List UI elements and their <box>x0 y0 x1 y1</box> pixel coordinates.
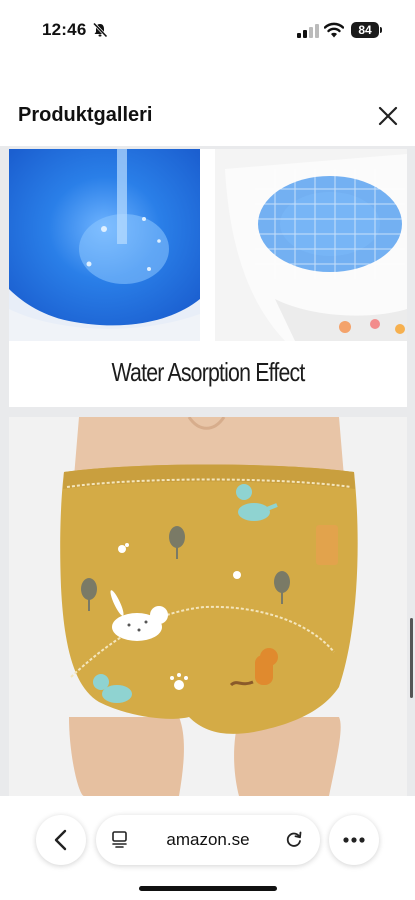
wifi-icon <box>324 22 344 38</box>
training-pants-image <box>9 417 407 796</box>
status-time: 12:46 <box>42 20 87 39</box>
image-caption: Water Asorption Effect <box>111 357 306 387</box>
water-pour-image <box>9 149 200 341</box>
battery-tip <box>380 27 382 33</box>
page-title: Produktgalleri <box>18 104 153 126</box>
gallery-image-training-pants[interactable] <box>9 417 407 796</box>
back-button[interactable] <box>36 815 86 865</box>
reload-icon[interactable] <box>284 829 304 849</box>
bell-slash-icon <box>92 22 108 38</box>
close-icon[interactable] <box>374 102 402 130</box>
chevron-left-icon <box>54 829 67 851</box>
battery-icon: 84 <box>351 22 379 38</box>
more-button[interactable] <box>329 815 379 865</box>
address-bar[interactable]: amazon.se <box>96 815 320 865</box>
status-bar: 12:46 84 <box>0 0 415 60</box>
absorbed-diaper-image <box>215 149 407 341</box>
more-icon <box>343 837 365 843</box>
home-indicator <box>139 886 277 891</box>
gallery-header: Produktgalleri <box>0 90 415 142</box>
gallery-image-water-absorption[interactable]: Water Asorption Effect <box>9 149 407 407</box>
scroll-indicator[interactable] <box>410 618 413 698</box>
signal-icon <box>297 24 319 38</box>
